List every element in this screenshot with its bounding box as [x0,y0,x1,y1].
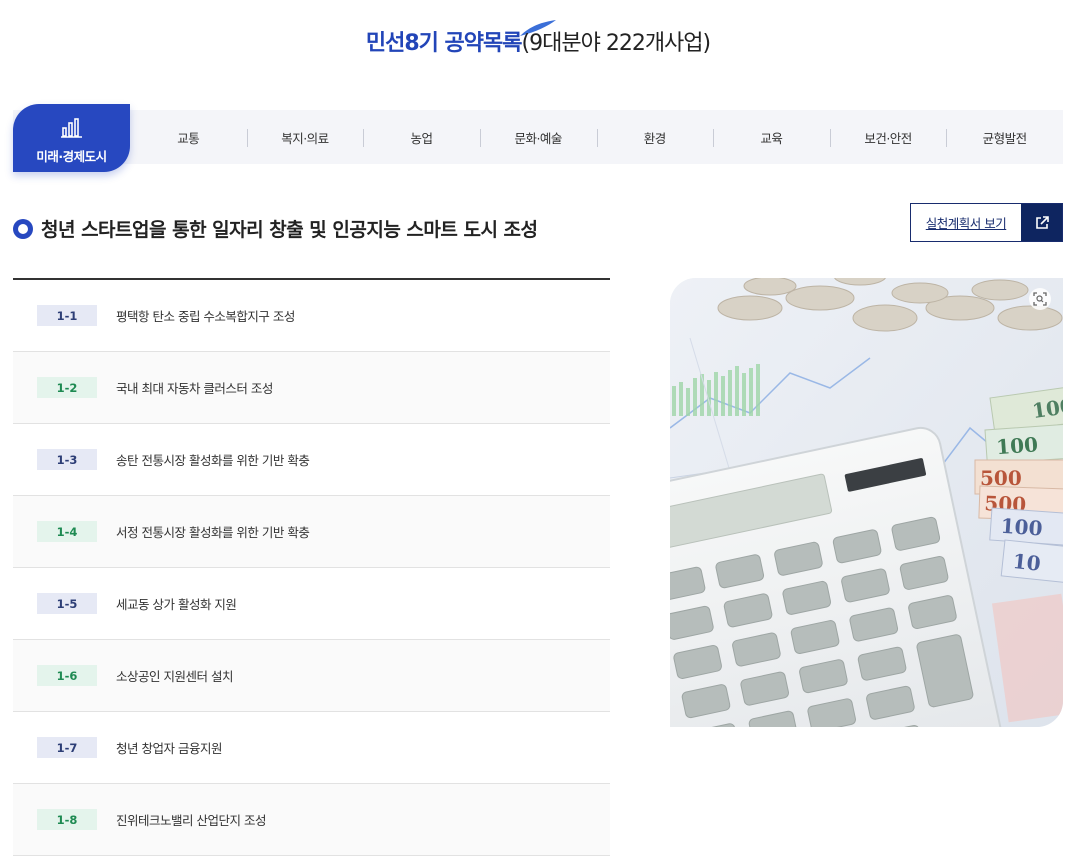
tab-education[interactable]: 교육 [713,110,830,164]
tab-environment[interactable]: 환경 [596,110,714,164]
tab-label: 미래·경제도시 [36,149,107,164]
list-item[interactable]: 1-5 세교동 상가 활성화 지원 [13,568,610,640]
pledge-code-badge: 1-7 [37,737,97,758]
section-bullet-icon [13,219,33,239]
view-plan-label: 실천계획서 보기 [925,216,1007,231]
calculator-illustration: 100 100 500 500 100 10 [670,278,1063,727]
view-plan-button[interactable]: 실천계획서 보기 [910,203,1063,242]
tab-welfare-medical[interactable]: 복지·의료 [246,110,364,164]
banknote-label: 10 [1012,549,1042,576]
pledge-list: 1-1 평택항 탄소 중립 수소복합지구 조성 1-2 국내 최대 자동차 클러… [13,278,610,856]
pledge-code-badge: 1-3 [37,449,97,470]
list-item[interactable]: 1-8 진위테크노밸리 산업단지 조성 [13,784,610,856]
section-title: 청년 스타트업을 통한 일자리 창출 및 인공지능 스마트 도시 조성 [41,219,538,241]
tab-culture-arts[interactable]: 문화·예술 [479,110,597,164]
list-item[interactable]: 1-2 국내 최대 자동차 클러스터 조성 [13,352,610,424]
banknote-label: 100 [1000,514,1043,541]
list-item[interactable]: 1-4 서정 전통시장 활성화를 위한 기반 확충 [13,496,610,568]
zoom-icon[interactable] [1029,288,1051,310]
pledge-code-badge: 1-2 [37,377,97,398]
pledge-title: 세교동 상가 활성화 지원 [116,597,237,612]
page-title-count: (9대분야 222개사업) [521,31,712,56]
category-tabs: 교통 복지·의료 농업 문화·예술 환경 교육 보건·안전 균형발전 [130,110,1063,164]
pledge-title: 청년 창업자 금융지원 [116,741,222,756]
pledge-code-badge: 1-1 [37,305,97,326]
page-title-main: 민선8기 공약목록 [365,31,523,56]
pledge-title: 국내 최대 자동차 클러스터 조성 [116,381,273,396]
tab-agriculture[interactable]: 농업 [363,110,480,164]
list-item[interactable]: 1-6 소상공인 지원센터 설치 [13,640,610,712]
pledge-title: 서정 전통시장 활성화를 위한 기반 확충 [116,525,310,540]
tab-transport[interactable]: 교통 [130,110,247,164]
pledge-title: 송탄 전통시장 활성화를 위한 기반 확충 [116,453,310,468]
pledge-code-badge: 1-5 [37,593,97,614]
list-item[interactable]: 1-3 송탄 전통시장 활성화를 위한 기반 확충 [13,424,610,496]
pledge-code-badge: 1-8 [37,809,97,830]
tab-health-safety[interactable]: 보건·안전 [829,110,947,164]
list-item[interactable]: 1-7 청년 창업자 금융지원 [13,712,610,784]
banknote-label: 100 [995,432,1038,459]
calculator-photo: 100 100 500 500 100 10 [670,278,1063,727]
pledge-title: 진위테크노밸리 산업단지 조성 [116,813,266,828]
pledge-title: 소상공인 지원센터 설치 [116,669,233,684]
tab-balanced-development[interactable]: 균형발전 [946,110,1063,164]
tab-future-economy[interactable]: 미래·경제도시 [13,104,130,172]
pledge-title: 평택항 탄소 중립 수소복합지구 조성 [116,309,295,324]
list-item[interactable]: 1-1 평택항 탄소 중립 수소복합지구 조성 [13,280,610,352]
bar-chart-icon [61,118,82,138]
external-link-icon [1021,204,1062,241]
banknote-label: 100 [1031,394,1063,424]
pledge-code-badge: 1-4 [37,521,97,542]
pledge-code-badge: 1-6 [37,665,97,686]
page-title: 민선8기 공약목록(9대분야 222개사업) [0,25,1076,57]
